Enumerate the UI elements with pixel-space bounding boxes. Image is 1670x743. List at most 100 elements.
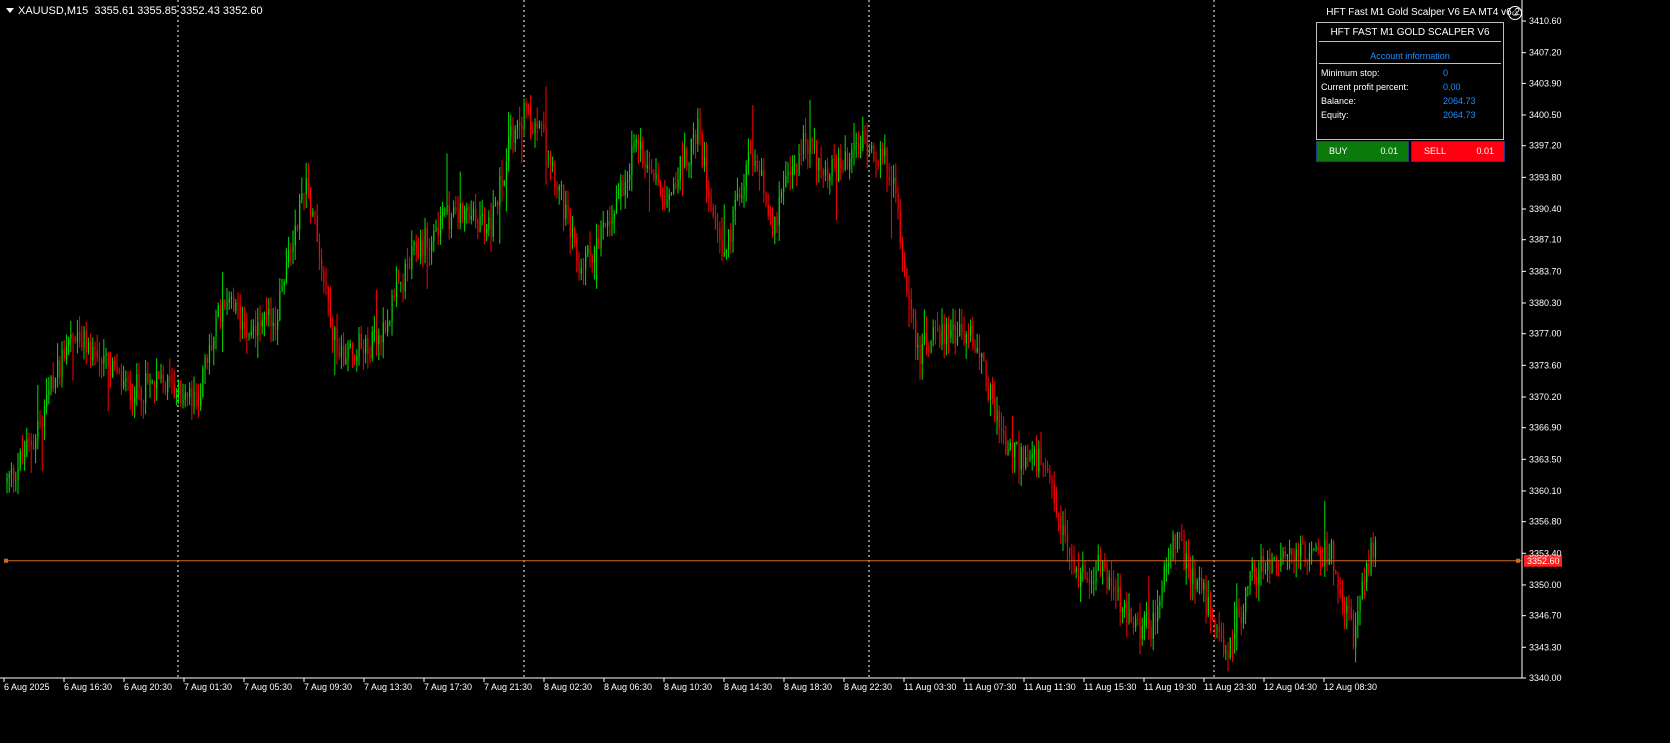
candle-body (908, 291, 910, 300)
candle (1260, 544, 1262, 586)
candle-body (780, 192, 783, 197)
candle (1152, 599, 1154, 651)
candle-body (1036, 449, 1038, 472)
candle (85, 321, 87, 365)
price-tick-label: 3373.60 (1529, 360, 1562, 370)
candle-body (1355, 625, 1357, 648)
candle (816, 140, 818, 186)
candle (32, 434, 35, 450)
bid-line-handle[interactable] (1516, 558, 1520, 563)
candle-body (965, 333, 967, 344)
bid-line-handle[interactable] (4, 558, 8, 563)
candle (1341, 579, 1344, 615)
candle-body (785, 175, 787, 188)
candle (1203, 578, 1205, 603)
candle (1086, 571, 1088, 583)
candle (1198, 566, 1201, 595)
candle (637, 134, 640, 164)
time-tick-label: 11 Aug 19:30 (1144, 682, 1196, 692)
candle-body (169, 375, 171, 382)
candle-body (255, 326, 257, 336)
candle (1258, 560, 1260, 602)
candle (358, 326, 360, 366)
candle (387, 309, 389, 337)
candle-body (987, 386, 989, 400)
candle-body (833, 158, 835, 161)
candle (314, 210, 316, 225)
candle-body (378, 335, 380, 345)
sell-button[interactable]: SELL 0.01 (1411, 141, 1505, 162)
candle (481, 199, 483, 226)
candle-body (1306, 563, 1308, 565)
candle-body (901, 242, 904, 259)
candle (844, 135, 846, 172)
candle (976, 333, 978, 354)
candle-body (1128, 608, 1130, 623)
candle-body (972, 325, 974, 346)
candle-body (538, 123, 541, 129)
candle (411, 230, 413, 280)
candle (334, 326, 336, 376)
candle (1190, 556, 1192, 601)
candle (151, 379, 153, 385)
candle (901, 236, 904, 272)
time-tick-label: 7 Aug 05:30 (244, 682, 292, 692)
candle (743, 173, 745, 208)
symbol-timeframe: XAUUSD,M15 (18, 5, 89, 17)
candle (589, 231, 591, 268)
candle (633, 134, 635, 153)
candle (811, 137, 813, 155)
candle-body (123, 380, 125, 387)
candle-body (1341, 593, 1344, 602)
candle (233, 287, 235, 312)
candle-body (534, 122, 536, 134)
candle (303, 192, 305, 211)
candle-body (193, 392, 195, 407)
candle (488, 210, 490, 237)
profit-percent-value: 0.00 (1443, 82, 1461, 92)
candle (783, 170, 785, 206)
candle-body (699, 118, 701, 135)
candle (8, 470, 10, 493)
candle (681, 141, 684, 197)
candle-body (631, 145, 633, 175)
candle (10, 462, 13, 488)
candle-body (1247, 586, 1249, 589)
candle-body (602, 222, 604, 228)
candle (1088, 567, 1091, 599)
candle-body (213, 336, 215, 350)
candle-body (68, 338, 70, 347)
balance-label: Balance: (1321, 96, 1357, 106)
candle-body (1132, 621, 1135, 628)
candle (294, 209, 296, 261)
candle (1181, 524, 1183, 542)
candle-body (173, 382, 175, 399)
buy-button[interactable]: BUY 0.01 (1316, 141, 1409, 162)
candle (162, 365, 164, 394)
candle-body (384, 322, 387, 332)
candle (906, 267, 908, 298)
candle (840, 143, 842, 181)
candle-body (1016, 442, 1018, 444)
candle (560, 180, 563, 201)
candle (248, 332, 250, 341)
candle-body (1141, 626, 1143, 639)
dropdown-triangle-icon[interactable] (6, 8, 14, 13)
candle (972, 316, 974, 351)
candle-body (668, 193, 670, 200)
candle-body (560, 184, 563, 187)
candle (178, 379, 180, 404)
candle-body (290, 250, 292, 252)
candle (1214, 617, 1216, 639)
candle-body (65, 346, 68, 359)
smiley-icon[interactable]: ☺ (1508, 6, 1522, 20)
candle-body (1183, 540, 1185, 569)
candle (690, 138, 692, 179)
candle-body (1262, 556, 1264, 572)
candle-body (1201, 577, 1203, 590)
price-tick-label: 3370.20 (1529, 392, 1562, 402)
panel-title: HFT FAST M1 GOLD SCALPER V6 (1330, 27, 1490, 38)
candle-body (547, 151, 549, 153)
candle (217, 302, 219, 318)
candle-body (684, 148, 686, 168)
